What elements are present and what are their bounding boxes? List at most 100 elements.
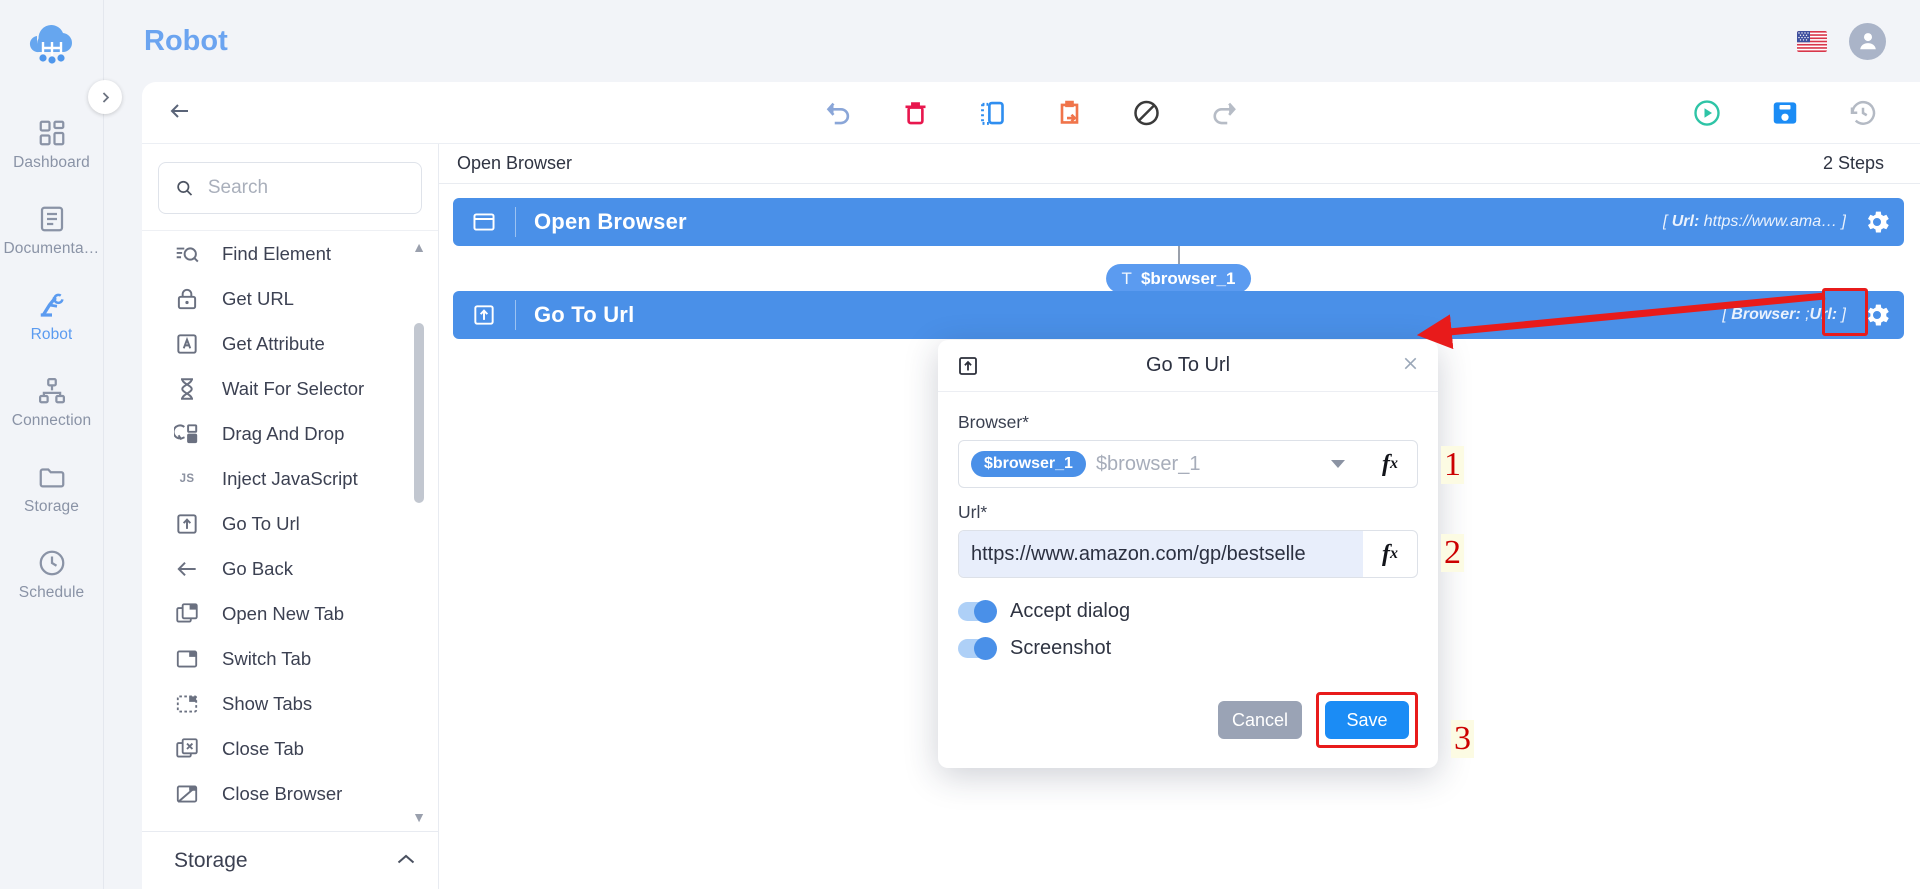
action-item-close-tab[interactable]: Close Tab bbox=[142, 726, 438, 771]
action-item-show-tabs[interactable]: Show Tabs bbox=[142, 681, 438, 726]
action-item-drag-and-drop[interactable]: Drag And Drop bbox=[142, 411, 438, 456]
user-avatar-icon[interactable] bbox=[1849, 22, 1886, 60]
delete-button[interactable] bbox=[901, 98, 931, 128]
step-meta-key: Browser: bbox=[1731, 306, 1801, 323]
action-item-wait-for-selector[interactable]: Wait For Selector bbox=[142, 366, 438, 411]
trash-icon bbox=[905, 101, 926, 124]
action-item-close-browser[interactable]: Close Browser bbox=[142, 771, 438, 816]
close-icon[interactable] bbox=[1401, 354, 1420, 377]
action-item-open-new-tab[interactable]: Open New Tab bbox=[142, 591, 438, 636]
run-button[interactable] bbox=[1692, 98, 1722, 128]
cancel-button[interactable]: Cancel bbox=[1218, 701, 1302, 739]
save-button[interactable]: Save bbox=[1325, 701, 1409, 739]
action-item-get-attribute[interactable]: Get Attribute bbox=[142, 321, 438, 366]
sidebar-item-robot[interactable]: Robot bbox=[0, 274, 103, 360]
variable-chip[interactable]: T $browser_1 bbox=[1105, 264, 1252, 293]
action-label: Open New Tab bbox=[222, 602, 345, 624]
sidebar-item-list: Dashboard Documentati... Robot Connectio… bbox=[0, 102, 103, 618]
step-meta-key2: Url: bbox=[1809, 306, 1838, 323]
accept-dialog-toggle[interactable] bbox=[958, 600, 997, 623]
step-go-to-url[interactable]: Go To Url [ Browser: ;Url: ] bbox=[453, 291, 1904, 339]
browser-field-group: Browser* $browser_1 $browser_1 fx bbox=[958, 412, 1418, 488]
step-flow: Open Browser [ Url: https://www.ama… ] T… bbox=[439, 184, 1920, 339]
actions-scrollbar[interactable] bbox=[414, 231, 424, 831]
floppy-save-icon bbox=[1773, 101, 1797, 124]
action-item-switch-tab[interactable]: Switch Tab bbox=[142, 636, 438, 681]
paste-button[interactable] bbox=[1055, 98, 1085, 128]
go-to-url-icon bbox=[177, 513, 197, 534]
search-area bbox=[142, 144, 438, 230]
close-tab-icon bbox=[176, 737, 198, 758]
browser-fx-button[interactable]: fx bbox=[1363, 441, 1417, 487]
sidebar-item-documentation[interactable]: Documentati... bbox=[0, 188, 103, 274]
switch-tab-icon bbox=[176, 649, 198, 668]
annotation-number-1: 1 bbox=[1441, 446, 1464, 484]
scroll-up-arrow[interactable]: ▲ bbox=[412, 239, 426, 255]
url-input[interactable]: https://www.amazon.com/gp/bestselle bbox=[959, 531, 1363, 577]
redo-button[interactable] bbox=[1209, 98, 1239, 128]
sidebar-label: Robot bbox=[30, 326, 73, 343]
gear-icon[interactable] bbox=[1862, 207, 1892, 237]
avatar bbox=[1859, 33, 1876, 50]
browser-select-inner[interactable]: $browser_1 $browser_1 bbox=[959, 441, 1363, 487]
editor-toolbar bbox=[142, 82, 1920, 144]
breadcrumb: Open Browser bbox=[457, 153, 573, 173]
scrollbar-thumb[interactable] bbox=[414, 323, 424, 503]
undo-button[interactable] bbox=[824, 98, 854, 128]
action-label: Inject JavaScript bbox=[222, 467, 358, 489]
browser-window-icon bbox=[473, 213, 495, 231]
step-meta-suffix: ] bbox=[1837, 306, 1846, 323]
browser-variable-chip[interactable]: $browser_1 bbox=[971, 451, 1086, 477]
action-label: Show Tabs bbox=[222, 692, 313, 714]
accept-dialog-row[interactable]: Accept dialog bbox=[958, 600, 1418, 623]
folder-icon bbox=[39, 468, 64, 488]
action-label: Get URL bbox=[222, 287, 294, 309]
history-button[interactable] bbox=[1848, 98, 1878, 128]
screenshot-toggle[interactable] bbox=[958, 637, 997, 660]
sidebar-expand-button[interactable] bbox=[88, 80, 122, 114]
page-title: Robot bbox=[144, 24, 228, 57]
actions-library-panel: Find Element Get URL bbox=[142, 144, 439, 889]
step-divider bbox=[515, 300, 516, 330]
sidebar-item-dashboard[interactable]: Dashboard bbox=[0, 102, 103, 188]
url-field-group: Url* https://www.amazon.com/gp/bestselle… bbox=[958, 502, 1418, 578]
gear-icon[interactable] bbox=[1862, 300, 1892, 330]
copy-button[interactable] bbox=[978, 98, 1008, 128]
url-input-shell[interactable]: https://www.amazon.com/gp/bestselle fx bbox=[958, 530, 1418, 578]
dialog-title: Go To Url bbox=[1145, 354, 1231, 376]
search-box[interactable] bbox=[158, 162, 422, 214]
sidebar-item-storage[interactable]: Storage bbox=[0, 446, 103, 532]
go-to-url-icon bbox=[474, 305, 494, 325]
action-item-go-to-url[interactable]: Go To Url bbox=[142, 501, 438, 546]
action-item-inject-javascript[interactable]: JS Inject JavaScript bbox=[142, 456, 438, 501]
sidebar-item-connection[interactable]: Connection bbox=[0, 360, 103, 446]
chevron-right-icon bbox=[102, 91, 109, 103]
back-button[interactable] bbox=[166, 98, 196, 128]
sidebar-label: Dashboard bbox=[13, 154, 90, 171]
screenshot-label: Screenshot bbox=[1010, 637, 1112, 659]
clock-icon bbox=[39, 550, 64, 576]
url-field-label: Url* bbox=[958, 502, 988, 522]
chevron-down-icon[interactable] bbox=[1331, 460, 1345, 468]
search-input[interactable] bbox=[207, 177, 405, 199]
step-open-browser[interactable]: Open Browser [ Url: https://www.ama… ] bbox=[453, 198, 1904, 246]
no-entry-icon bbox=[1134, 100, 1159, 125]
action-item-go-back[interactable]: Go Back bbox=[142, 546, 438, 591]
disable-button[interactable] bbox=[1132, 98, 1162, 128]
action-item-find-element[interactable]: Find Element bbox=[142, 231, 438, 276]
lock-icon bbox=[177, 288, 197, 309]
storage-group-header[interactable]: Storage bbox=[142, 831, 438, 889]
url-fx-button[interactable]: fx bbox=[1363, 531, 1417, 577]
sidebar-item-schedule[interactable]: Schedule bbox=[0, 532, 103, 618]
action-item-get-url[interactable]: Get URL bbox=[142, 276, 438, 321]
browser-select[interactable]: $browser_1 $browser_1 fx bbox=[958, 440, 1418, 488]
sidebar-label: Documentati... bbox=[3, 240, 100, 257]
scroll-down-arrow[interactable]: ▼ bbox=[412, 809, 426, 825]
save-button[interactable] bbox=[1770, 98, 1800, 128]
step-meta-value: ; bbox=[1800, 306, 1810, 323]
browser-select-value: $browser_1 bbox=[1095, 452, 1201, 475]
us-flag-icon[interactable] bbox=[1797, 30, 1827, 52]
header-actions bbox=[1797, 22, 1886, 60]
screenshot-row[interactable]: Screenshot bbox=[958, 637, 1418, 660]
step-meta: [ Browser: ;Url: ] bbox=[1722, 306, 1846, 324]
